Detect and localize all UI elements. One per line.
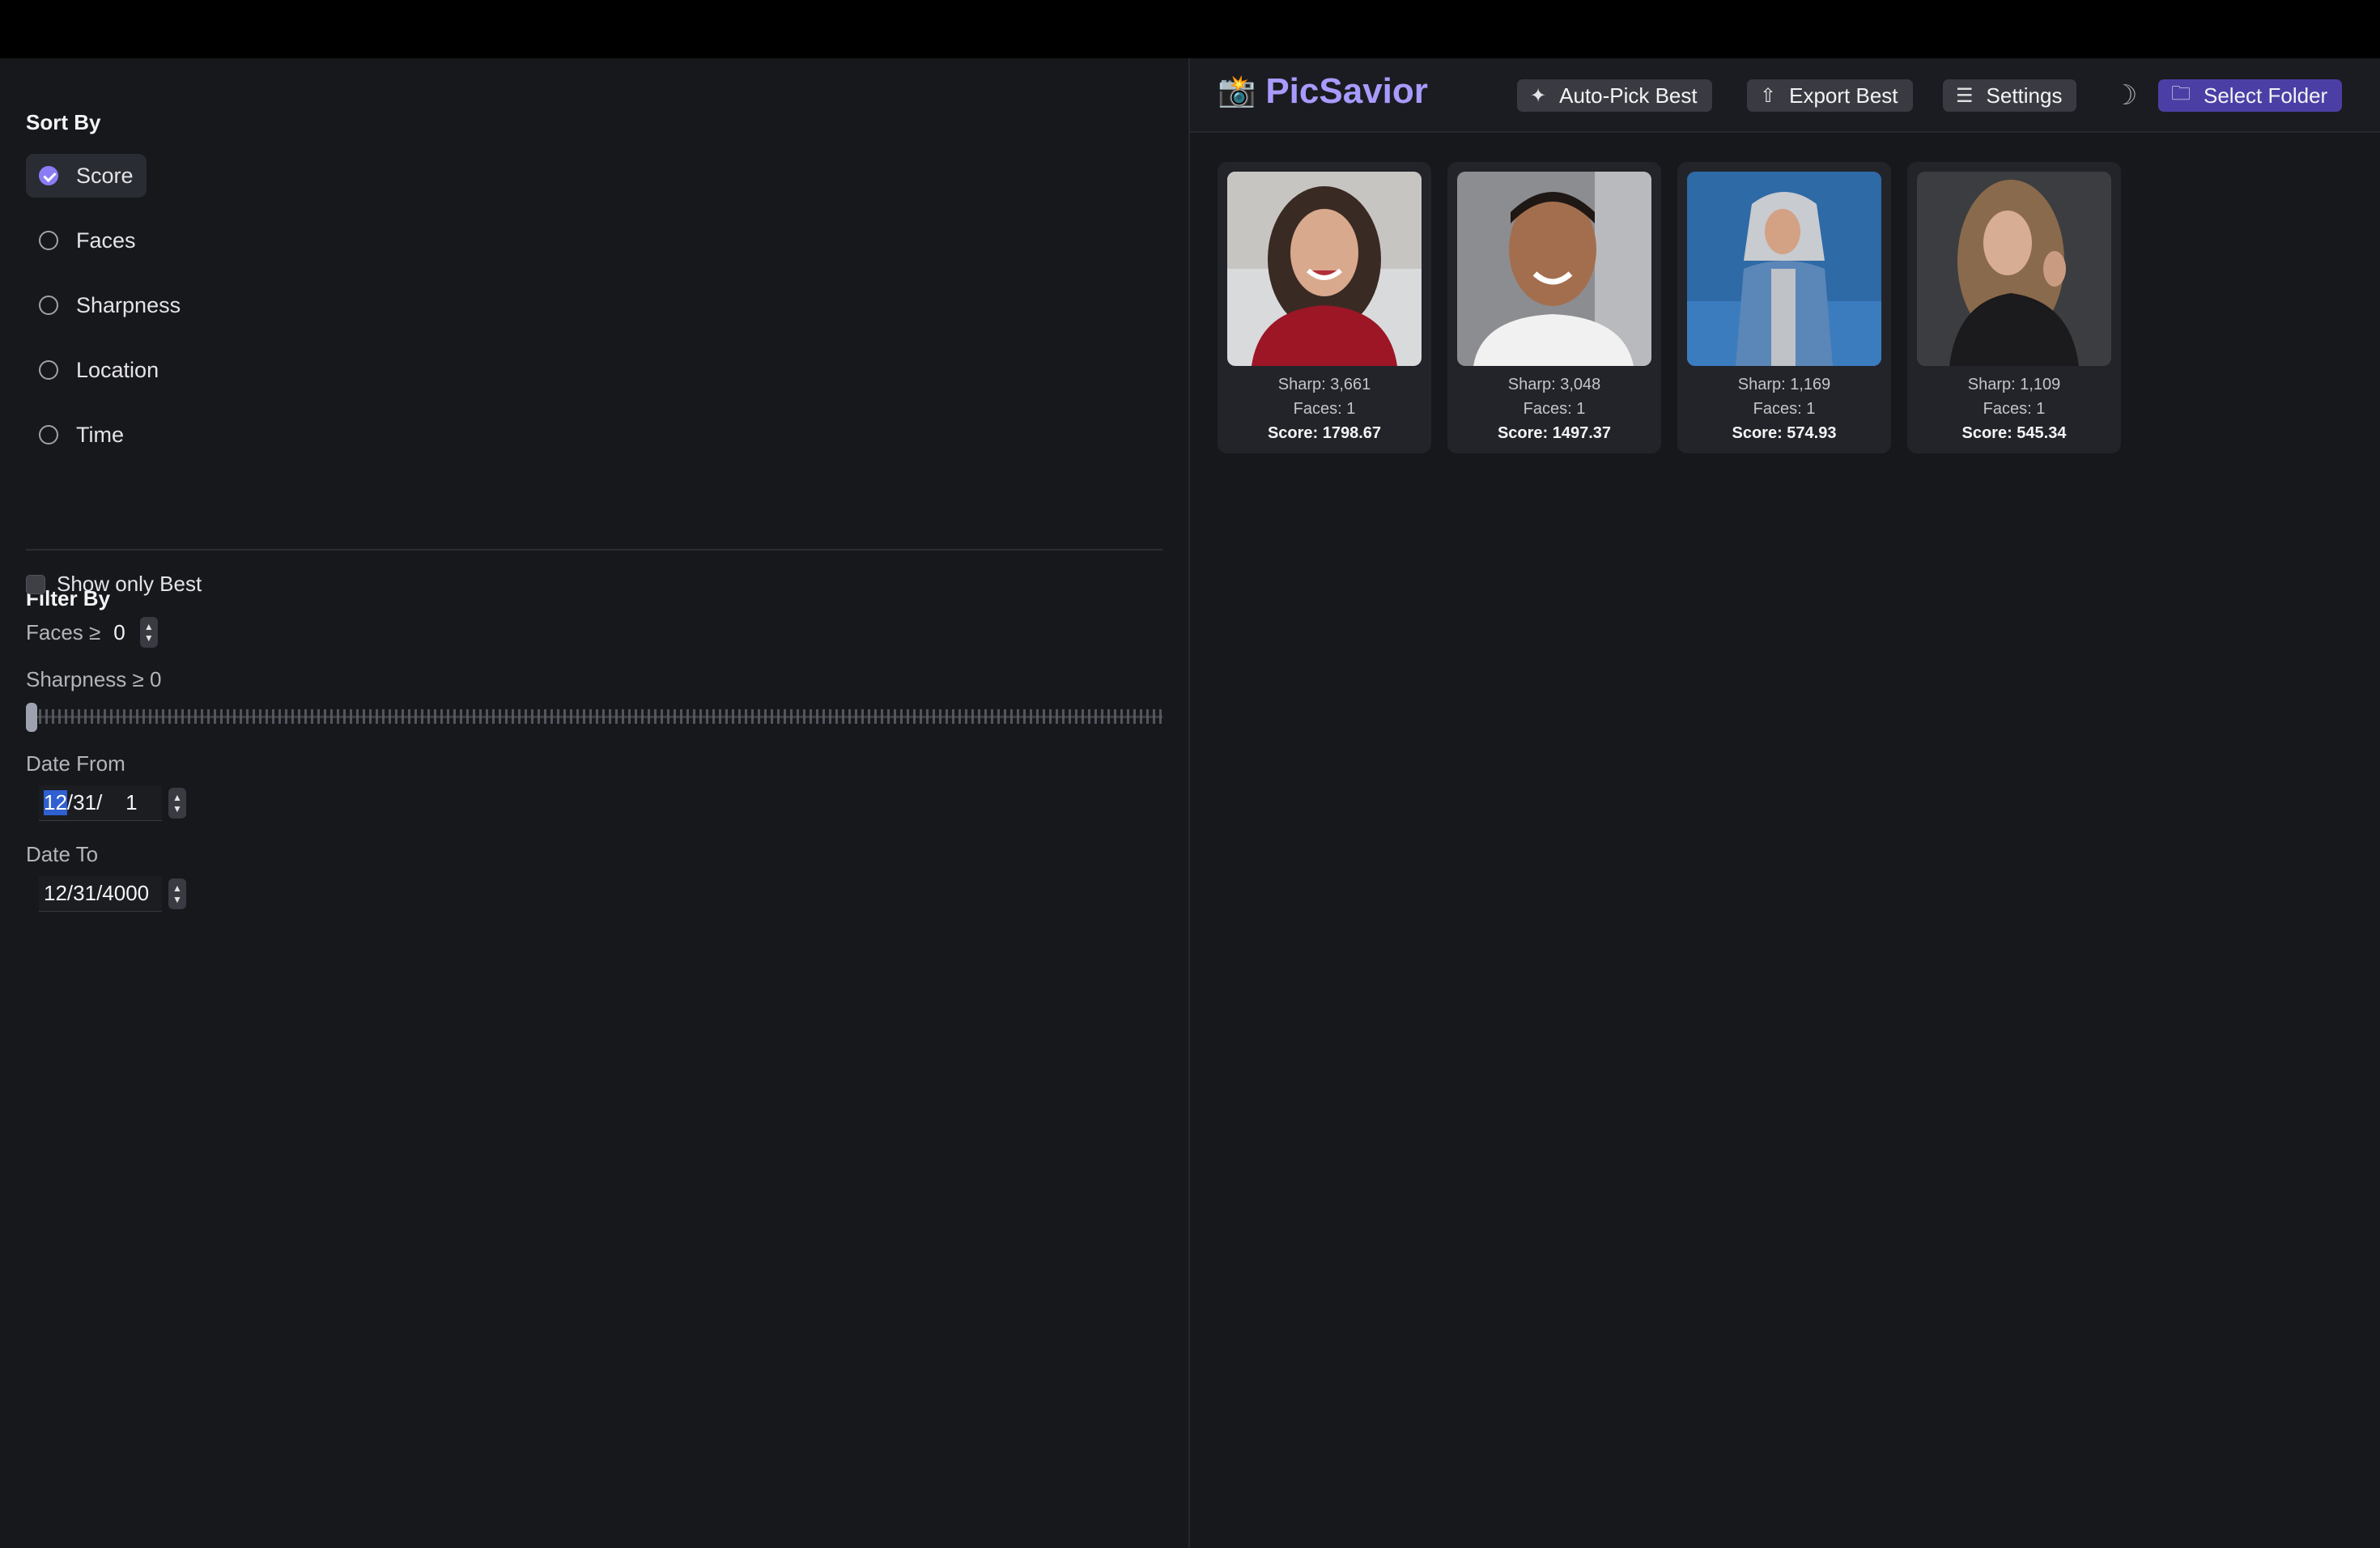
sort-option-label: Faces <box>76 228 136 253</box>
radio-checked-icon <box>39 166 58 185</box>
button-label: Select Folder <box>2204 83 2328 108</box>
sort-option-label: Location <box>76 357 159 382</box>
export-best-button[interactable]: ⇧ Export Best <box>1747 79 1913 112</box>
button-label: Settings <box>1986 83 2063 108</box>
photo-card[interactable]: Sharp: 1,169 Faces: 1 Score: 574.93 <box>1677 162 1891 453</box>
date-to-label: Date To <box>26 842 99 866</box>
camera-flash-icon: 📸 <box>1218 74 1256 108</box>
moon-icon[interactable]: ☽ <box>2113 79 2137 112</box>
sliders-icon: ☰ <box>1956 84 1974 107</box>
chevron-down-icon[interactable]: ▼ <box>172 894 182 905</box>
settings-button[interactable]: ☰ Settings <box>1943 79 2077 112</box>
sort-option-label: Score <box>76 163 134 188</box>
folder-icon: 🗀 <box>2171 82 2191 104</box>
sort-option-sharpness[interactable]: Sharpness <box>26 283 193 327</box>
photo-sharpness: Sharp: 1,109 <box>1967 376 2061 393</box>
photo-sharpness: Sharp: 3,048 <box>1507 376 1601 393</box>
button-label: Auto-Pick Best <box>1559 83 1698 108</box>
sharpness-slider-thumb[interactable] <box>26 703 37 732</box>
date-to-stepper[interactable]: ▲ ▼ <box>168 878 186 909</box>
date-from-field[interactable]: 12/31/ 1 <box>39 785 162 821</box>
sort-by-title: Sort By <box>26 110 101 134</box>
photo-score: Score: 574.93 <box>1732 424 1837 442</box>
radio-unchecked-icon <box>39 425 58 444</box>
app-header: 📸 PicSavior ✦ Auto-Pick Best ⇧ Export Be… <box>1190 58 2380 133</box>
show-only-best-label: Show only Best <box>57 572 202 596</box>
chevron-up-icon[interactable]: ▲ <box>172 792 182 803</box>
section-divider <box>26 549 1162 551</box>
radio-unchecked-icon <box>39 360 58 380</box>
app-title: PicSavior <box>1265 71 1428 111</box>
sharpness-slider-ticks <box>26 709 1162 724</box>
radio-unchecked-icon <box>39 231 58 250</box>
chevron-down-icon[interactable]: ▼ <box>144 632 154 644</box>
sort-option-location[interactable]: Location <box>26 348 172 392</box>
chevron-up-icon[interactable]: ▲ <box>144 621 154 632</box>
date-from-rest[interactable]: /31/ 1 <box>67 790 138 815</box>
select-folder-button[interactable]: 🗀 Select Folder <box>2158 79 2343 112</box>
brand: 📸 PicSavior <box>1218 71 1428 112</box>
sort-option-label: Sharpness <box>76 292 181 317</box>
button-label: Export Best <box>1789 83 1898 108</box>
chevron-up-icon[interactable]: ▲ <box>172 882 182 894</box>
photo-sharpness: Sharp: 3,661 <box>1277 376 1371 393</box>
auto-pick-best-button[interactable]: ✦ Auto-Pick Best <box>1517 79 1712 112</box>
date-to-picker: 12/31/4000 ▲ ▼ <box>39 876 186 912</box>
photo-thumbnail[interactable] <box>1917 172 2111 366</box>
photo-card[interactable]: Sharp: 1,109 Faces: 1 Score: 545.34 <box>1907 162 2121 453</box>
photo-thumbnail[interactable] <box>1457 172 1651 366</box>
sharpness-filter-label: Sharpness ≥ 0 <box>26 667 162 691</box>
window-titlebar <box>0 0 2380 58</box>
sort-option-score[interactable]: Score <box>26 154 147 198</box>
date-to-field[interactable]: 12/31/4000 <box>39 876 162 912</box>
photo-thumbnail[interactable] <box>1687 172 1881 366</box>
photo-card[interactable]: Sharp: 3,661 Faces: 1 Score: 1798.67 <box>1218 162 1431 453</box>
photo-card[interactable]: Sharp: 3,048 Faces: 1 Score: 1497.37 <box>1447 162 1661 453</box>
chevron-down-icon[interactable]: ▼ <box>172 803 182 814</box>
photo-faces: Faces: 1 <box>1753 400 1816 418</box>
photo-sharpness: Sharp: 1,169 <box>1737 376 1831 393</box>
photo-score: Score: 1497.37 <box>1497 424 1612 442</box>
sort-option-label: Time <box>76 422 124 447</box>
show-only-best-toggle[interactable]: Show only Best <box>26 572 202 597</box>
photo-faces: Faces: 1 <box>1293 400 1356 418</box>
photo-faces: Faces: 1 <box>1523 400 1586 418</box>
sort-option-time[interactable]: Time <box>26 413 137 457</box>
faces-filter: Faces ≥ 0 ▲ ▼ <box>26 617 158 648</box>
faces-filter-value[interactable]: 0 <box>113 620 125 645</box>
checkbox[interactable] <box>26 574 45 594</box>
photo-thumbnail[interactable] <box>1227 172 1422 366</box>
share-icon: ⇧ <box>1760 84 1777 107</box>
faces-stepper[interactable]: ▲ ▼ <box>139 617 158 648</box>
sort-option-faces[interactable]: Faces <box>26 219 149 262</box>
photo-score: Score: 1798.67 <box>1267 424 1382 442</box>
radio-unchecked-icon <box>39 296 58 315</box>
filter-sidebar: Sort By Score Faces Sharpness Location T… <box>0 58 1188 1548</box>
date-from-picker: 12/31/ 1 ▲ ▼ <box>39 785 186 821</box>
faces-filter-label: Faces ≥ <box>26 619 101 644</box>
photo-score: Score: 545.34 <box>1961 424 2067 442</box>
photo-faces: Faces: 1 <box>1983 400 2046 418</box>
date-from-stepper[interactable]: ▲ ▼ <box>168 788 186 819</box>
date-from-month-segment[interactable]: 12 <box>44 790 67 815</box>
main-panel: 📸 PicSavior ✦ Auto-Pick Best ⇧ Export Be… <box>1190 58 2380 1548</box>
date-from-label: Date From <box>26 751 125 776</box>
sparkles-icon: ✦ <box>1530 84 1547 107</box>
